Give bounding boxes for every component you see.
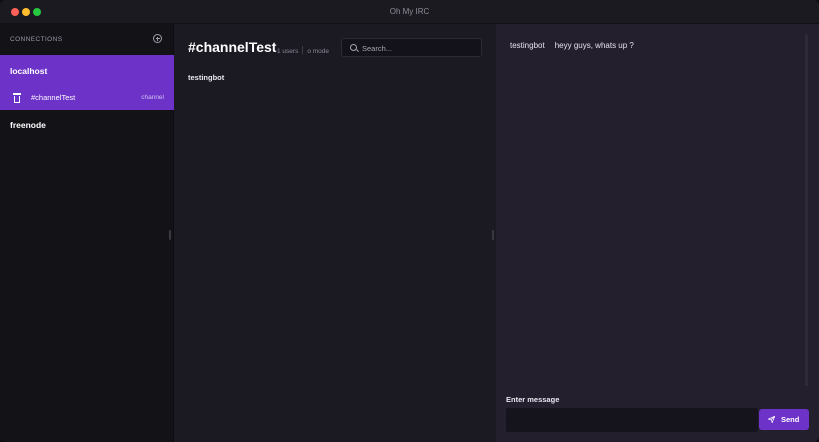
channel-name: #channelTest xyxy=(31,93,76,102)
users-count: 1 users xyxy=(277,48,299,55)
chat-scrollbar[interactable] xyxy=(805,34,808,386)
user-list-item[interactable]: testingbot xyxy=(188,73,224,82)
message-text: heyy guys, whats up ? xyxy=(554,41,634,50)
paper-plane-icon xyxy=(768,416,775,423)
message-input[interactable] xyxy=(506,408,758,432)
channel-meta: 1 users o mode xyxy=(277,46,329,55)
server-freenode[interactable]: freenode xyxy=(0,110,174,138)
send-label: Send xyxy=(781,415,800,424)
channel-mode: o mode xyxy=(307,48,330,55)
trash-icon[interactable] xyxy=(13,93,21,103)
search-icon xyxy=(350,44,357,51)
channel-type-label: channel xyxy=(141,94,164,101)
sidebar-header: CONNECTIONS xyxy=(0,24,174,55)
chat-message: testingbot heyy guys, whats up ? xyxy=(510,41,634,50)
sidebar-resize-handle[interactable] xyxy=(169,230,171,240)
connections-label: CONNECTIONS xyxy=(10,36,63,43)
plus-circle-icon[interactable] xyxy=(153,34,162,43)
channel-panel: #channelTest 1 users o mode testingbot xyxy=(174,24,496,442)
window-title: Oh My IRC xyxy=(389,7,430,16)
sidebar-channel-channeltest[interactable]: #channelTest channel xyxy=(0,86,174,110)
send-button[interactable]: Send xyxy=(759,409,809,430)
app-window: Oh My IRC CONNECTIONS localhost #channel… xyxy=(0,0,819,442)
enter-message-label: Enter message xyxy=(506,395,560,404)
panel-resize-handle[interactable] xyxy=(492,230,494,240)
channel-title: #channelTest xyxy=(188,39,277,55)
chat-panel: testingbot heyy guys, whats up ? Enter me… xyxy=(496,24,819,442)
server-name[interactable]: localhost xyxy=(10,66,47,76)
server-localhost: localhost #channelTest channel xyxy=(0,55,174,110)
user-search-box[interactable] xyxy=(341,38,482,57)
message-author: testingbot xyxy=(510,41,545,50)
title-bar: Oh My IRC xyxy=(0,0,819,24)
search-input[interactable] xyxy=(362,42,477,54)
server-name: freenode xyxy=(10,120,46,130)
connections-sidebar: CONNECTIONS localhost #channelTest chann… xyxy=(0,24,174,442)
